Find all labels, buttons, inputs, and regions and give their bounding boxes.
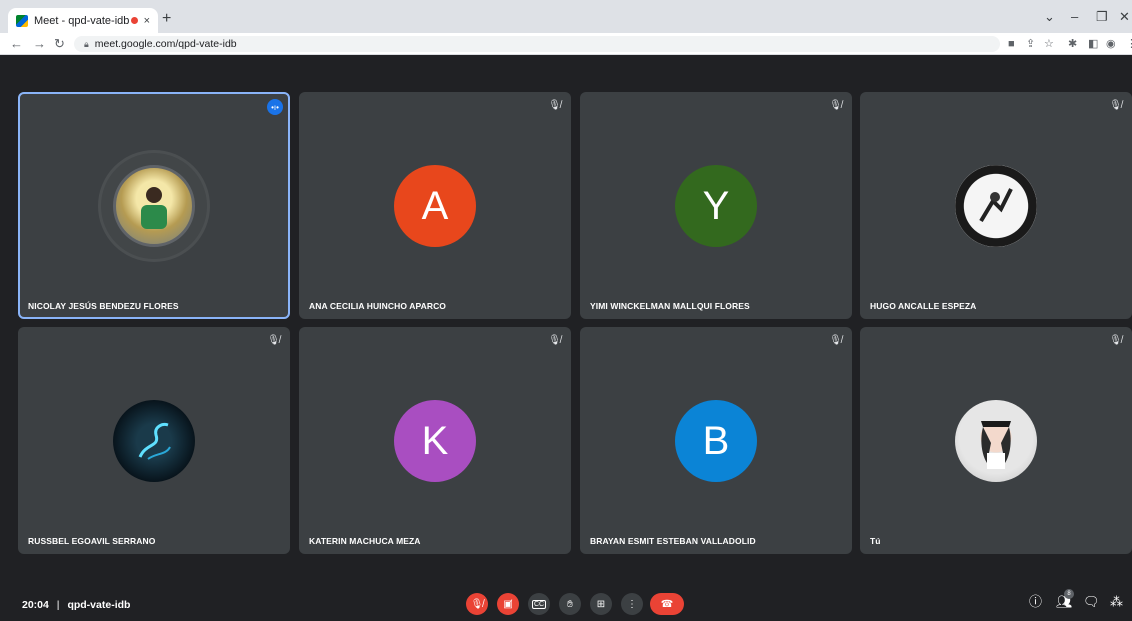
extensions-icon[interactable]: ✱ xyxy=(1068,37,1077,51)
more-options-button[interactable]: ⋮ xyxy=(621,593,643,615)
dragon-photo-icon xyxy=(138,423,171,460)
restore-button[interactable]: ❐ xyxy=(1096,9,1108,25)
participant-tile[interactable]: 🎙︎̸ HUGO ANCALLE ESPEZA xyxy=(860,92,1132,319)
recording-dot-icon xyxy=(130,17,138,24)
current-time: 20:04 xyxy=(22,599,49,611)
mic-off-icon: 🎙︎̸ xyxy=(548,100,561,111)
mic-off-icon: 🎙︎̸ xyxy=(1109,100,1122,111)
browser-tab[interactable]: Meet - qpd-vate-idb × xyxy=(8,8,158,33)
separator: | xyxy=(56,599,60,611)
avatar: K xyxy=(394,400,476,482)
side-panel-icon[interactable]: ◧ xyxy=(1088,37,1098,51)
captions-icon: CC xyxy=(531,599,547,609)
meeting-controls-bar: 20:04 | qpd-vate-idb 🎙︎̸ ▣̸ CC ✋︎ ⊞ ⋮ ☎︎… xyxy=(0,585,1132,621)
speaking-indicator-icon: •ı• xyxy=(267,99,283,115)
participant-tile[interactable]: 🎙︎̸ Y YIMI WINCKELMAN MALLQUI FLORES xyxy=(580,92,852,319)
back-arrow-icon[interactable]: ← xyxy=(10,36,23,52)
meeting-code: qpd-vate-idb xyxy=(67,599,131,611)
mic-off-icon: 🎙︎̸ xyxy=(829,100,842,111)
captions-button[interactable]: CC xyxy=(528,593,550,615)
hand-icon: ✋︎ xyxy=(567,598,573,610)
reload-icon[interactable]: ↻ xyxy=(54,36,65,52)
participant-name: RUSSBEL EGOAVIL SERRANO xyxy=(28,536,156,546)
mic-off-icon: 🎙︎̸ xyxy=(470,598,484,610)
participant-name: BRAYAN ESMIT ESTEBAN VALLADOLID xyxy=(590,536,756,546)
avatar: B xyxy=(675,400,757,482)
participant-tile[interactable]: 🎙︎̸ Tú xyxy=(860,327,1132,554)
more-vertical-icon: ⋮ xyxy=(627,598,637,610)
browser-tabstrip: Meet - qpd-vate-idb × + ⌄ – ❐ ✕ xyxy=(0,0,1132,33)
participant-tile[interactable]: 🎙︎̸ B BRAYAN ESMIT ESTEBAN VALLADOLID xyxy=(580,327,852,554)
mic-off-icon: 🎙︎̸ xyxy=(548,335,561,346)
avatar xyxy=(955,165,1037,247)
participant-tile[interactable]: •ı• NICOLAY JESÚS BENDEZU FLORES xyxy=(18,92,290,319)
mic-off-icon: 🎙︎̸ xyxy=(1109,335,1122,346)
url-text: meet.google.com/qpd-vate-idb xyxy=(94,38,237,50)
new-tab-button[interactable]: + xyxy=(162,11,171,27)
participant-name: HUGO ANCALLE ESPEZA xyxy=(870,301,977,311)
url-field[interactable]: 🔒︎ meet.google.com/qpd-vate-idb xyxy=(74,36,1000,52)
hang-up-icon: ☎︎ xyxy=(660,598,674,610)
person-photo-icon xyxy=(141,187,167,229)
share-icon[interactable]: ⇪ xyxy=(1026,37,1035,51)
people-count-badge: 8 xyxy=(1064,589,1074,599)
mic-off-icon: 🎙︎̸ xyxy=(267,335,280,346)
close-window-button[interactable]: ✕ xyxy=(1119,9,1130,25)
bookmark-star-icon[interactable]: ☆ xyxy=(1044,37,1054,51)
anime-girl-photo-icon xyxy=(981,421,1011,469)
activities-button[interactable]: ⁂ xyxy=(1110,595,1123,609)
leave-call-button[interactable]: ☎︎ xyxy=(650,593,684,615)
tab-title: Meet - qpd-vate-idb xyxy=(34,14,130,27)
chat-button[interactable]: 🗨︎ xyxy=(1083,595,1100,609)
avatar xyxy=(955,400,1037,482)
participant-name: Tú xyxy=(870,536,881,546)
camera-off-icon: ▣̸ xyxy=(503,598,513,610)
lock-icon: 🔒︎ xyxy=(84,38,89,49)
avatar xyxy=(113,165,195,247)
present-icon: ⊞ xyxy=(596,598,606,610)
participant-name: KATERIN MACHUCA MEZA xyxy=(309,536,421,546)
mic-toggle-button[interactable]: 🎙︎̸ xyxy=(466,593,488,615)
participant-tile[interactable]: 🎙︎̸ A ANA CECILIA HUINCHO APARCO xyxy=(299,92,571,319)
participant-name: NICOLAY JESÚS BENDEZU FLORES xyxy=(28,301,179,311)
meeting-details-button[interactable]: ⓘ xyxy=(1029,595,1042,609)
address-bar: ← → ↻ 🔒︎ meet.google.com/qpd-vate-idb ■ … xyxy=(0,33,1132,55)
mic-off-icon: 🎙︎̸ xyxy=(829,335,842,346)
tab-close-button[interactable]: × xyxy=(144,15,150,27)
avatar: Y xyxy=(675,165,757,247)
artwork-photo-icon xyxy=(979,188,1013,223)
participant-tile[interactable]: 🎙︎̸ RUSSBEL EGOAVIL SERRANO xyxy=(18,327,290,554)
meeting-info: 20:04 | qpd-vate-idb xyxy=(22,599,130,611)
browser-menu-icon[interactable]: ⋮ xyxy=(1126,37,1132,51)
participant-name: YIMI WINCKELMAN MALLQUI FLORES xyxy=(590,301,750,311)
meet-favicon-icon xyxy=(16,14,28,27)
tab-search-icon[interactable]: ⌄ xyxy=(1044,9,1055,25)
present-screen-button[interactable]: ⊞ xyxy=(590,593,612,615)
participant-name: ANA CECILIA HUINCHO APARCO xyxy=(309,301,447,311)
avatar xyxy=(113,400,195,482)
forward-arrow-icon[interactable]: → xyxy=(33,36,46,52)
camera-toggle-button[interactable]: ▣̸ xyxy=(497,593,519,615)
minimize-button[interactable]: – xyxy=(1071,9,1078,24)
raise-hand-button[interactable]: ✋︎ xyxy=(559,593,581,615)
camera-indicator-icon[interactable]: ■ xyxy=(1008,37,1015,51)
avatar: A xyxy=(394,165,476,247)
participant-tile[interactable]: 🎙︎̸ K KATERIN MACHUCA MEZA xyxy=(299,327,571,554)
profile-avatar-icon[interactable]: ◉ xyxy=(1106,37,1116,51)
